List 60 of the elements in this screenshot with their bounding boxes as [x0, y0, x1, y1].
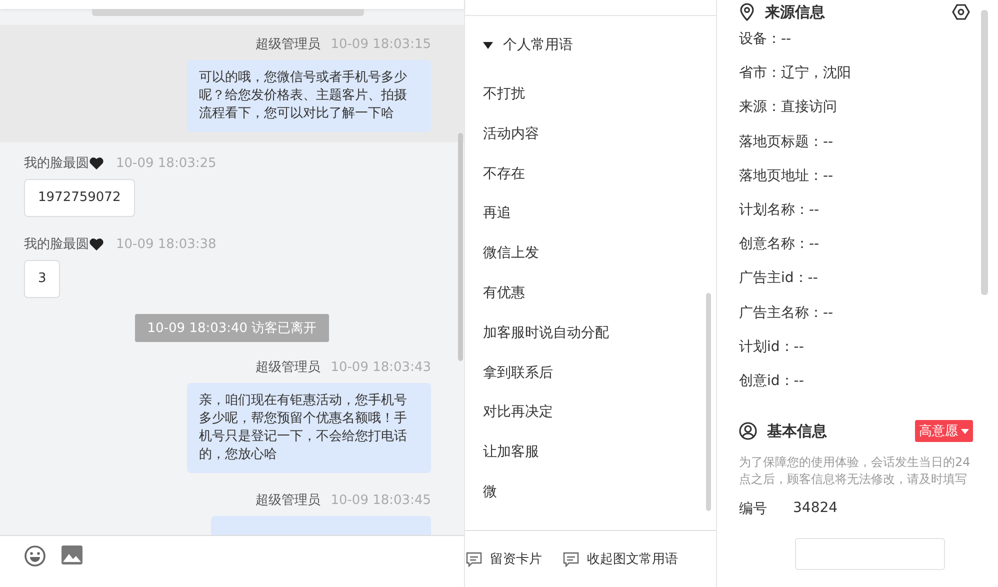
phrase-action-button[interactable]: 收起图文常用语 [563, 550, 678, 568]
info-field: 计划名称：-- [739, 192, 820, 228]
phrase-item[interactable]: 微 [483, 472, 497, 513]
message-bubble: 可以的哦，您微信号或者手机号多少呢？给您发价格表、主题客片、拍摄流程看下，您可以对比了解一下哈 [187, 60, 431, 132]
sender-name: 超级管理员 [256, 492, 321, 509]
phrase-item[interactable]: 有优惠 [483, 274, 525, 314]
caret-icon [483, 42, 493, 48]
sender-name: 我的脸最圆 [24, 236, 89, 253]
message-time: 10-09 18:03:43 [330, 360, 431, 374]
smiley-icon[interactable] [24, 545, 46, 567]
phrase-item[interactable]: 对比再决定 [483, 393, 553, 434]
info-field: 落地页地址：-- [739, 158, 834, 193]
location-pin-icon [739, 3, 755, 21]
picture-icon[interactable] [61, 545, 83, 565]
user-circle-icon [739, 422, 757, 440]
phrase-item[interactable]: 再追 [483, 194, 511, 234]
field-label: 编号 [739, 500, 767, 518]
heart-icon [89, 238, 104, 250]
heart-icon [89, 156, 104, 170]
hexagon-icon[interactable] [952, 4, 970, 20]
field-value: 34824 [793, 500, 838, 518]
note-text: 为了保障您的使用体验，会话发生当日的24点之后，顾客信息将无法修改，请及时填写 [739, 454, 972, 488]
info-field: 省市：辽宁，沈阳 [739, 56, 851, 90]
message-time: 10-09 18:03:38 [116, 236, 216, 252]
phrase-item[interactable]: 拿到联系后 [483, 354, 553, 394]
info-field: 创意id：-- [739, 364, 804, 398]
info-field: 广告主id：-- [739, 261, 818, 296]
info-field: 落地页标题：-- [739, 124, 834, 159]
sender-name: 我的脸最圆 [24, 155, 89, 172]
section-title: 基本信息 [767, 422, 827, 441]
info-field: 创意名称：-- [739, 227, 820, 262]
comment-icon [466, 552, 482, 566]
phrase-group-toggle[interactable]: 个人常用语 [483, 16, 716, 55]
message-time: 10-09 18:03:15 [330, 36, 431, 52]
info-field: 广告主名称：-- [739, 296, 834, 330]
message-bubble: 3 [24, 260, 60, 298]
message-bubble: 亲，咱们现在有钜惠活动，您手机号多少呢，帮您预留个优惠名额哦！手机号只是登记一下，不会给您打电话的，您放心哈 [187, 383, 431, 473]
scroll-bar[interactable] [981, 10, 988, 295]
sender-name: 超级管理员 [256, 359, 321, 376]
phrase-item[interactable]: 不打扰 [483, 75, 525, 115]
phrase-item[interactable]: 不存在 [483, 154, 525, 194]
phrase-action-button[interactable]: 留资卡片 [466, 550, 542, 568]
comment-icon [563, 552, 579, 566]
info-field: 设备：-- [739, 22, 792, 56]
info-field: 来源：直接访问 [739, 90, 837, 125]
phrase-item[interactable]: 让加客服 [483, 433, 539, 473]
message-time: 10-09 18:03:45 [330, 492, 431, 508]
phrase-item[interactable]: 活动内容 [483, 114, 539, 155]
input-field[interactable] [795, 538, 945, 570]
intent-dropdown[interactable]: 高意愿 [915, 420, 973, 442]
info-field: 计划id：-- [739, 330, 804, 364]
scroll-bar[interactable] [706, 293, 711, 511]
system-notice: 10-09 18:03:40 访客已离开 [135, 314, 329, 342]
message-time: 10-09 18:03:25 [116, 156, 216, 170]
phrase-item[interactable]: 加客服时说自动分配 [483, 314, 609, 354]
message-bubble: 1972759072 [24, 179, 135, 217]
scroll-bar[interactable] [458, 133, 463, 361]
section-title: 来源信息 [765, 2, 825, 22]
phrase-item[interactable]: 微信上发 [483, 234, 539, 274]
sender-name: 超级管理员 [256, 36, 321, 53]
